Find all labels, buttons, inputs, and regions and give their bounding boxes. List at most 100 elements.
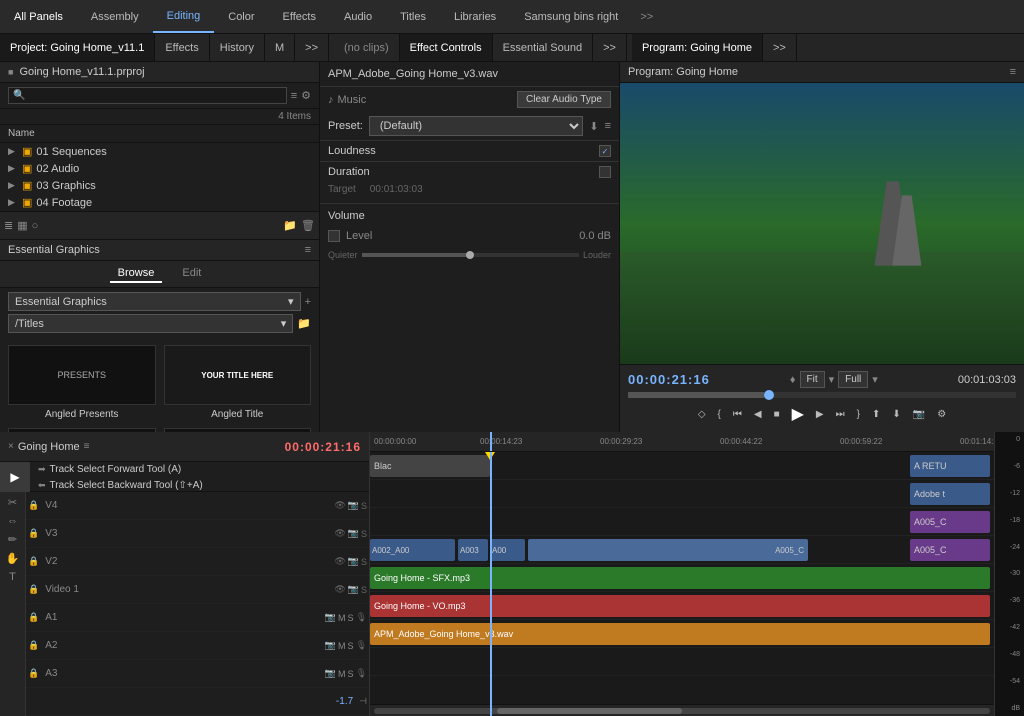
lock-v1-icon[interactable]: 🔒 xyxy=(28,584,39,595)
monitor-full-button[interactable]: Full xyxy=(838,371,868,388)
folder-02-audio[interactable]: ▶ ▣ 02 Audio xyxy=(0,160,319,177)
list-view-icon[interactable]: ≡ xyxy=(291,90,297,102)
nav-editing[interactable]: Editing xyxy=(153,0,215,33)
a1-clip-sfx[interactable]: Going Home - SFX.mp3 xyxy=(370,567,990,589)
v1-clip-a002[interactable]: A002_A00 xyxy=(370,539,455,561)
mic-a1-icon[interactable]: 🎙 xyxy=(356,612,367,623)
eg-tab-edit[interactable]: Edit xyxy=(174,265,209,283)
lock-v4-icon[interactable]: 🔒 xyxy=(28,500,39,511)
nav-color[interactable]: Color xyxy=(214,0,268,33)
cam-a1-icon[interactable]: 📷 xyxy=(325,612,336,623)
timeline-close-icon[interactable]: × xyxy=(8,441,14,452)
lock-a3-icon[interactable]: 🔒 xyxy=(28,668,39,679)
lift-button[interactable]: ⬆ xyxy=(868,407,884,422)
extract-button[interactable]: ⬇ xyxy=(888,407,904,422)
ec-volume-slider[interactable] xyxy=(362,253,579,257)
settings-button[interactable]: ⚙ xyxy=(933,407,950,422)
eye-v2-icon[interactable]: 👁 xyxy=(334,556,345,567)
solo-v1-icon[interactable]: S xyxy=(361,585,367,595)
monitor-playhead[interactable] xyxy=(764,390,774,400)
v4-clip-black[interactable]: Blac xyxy=(370,455,490,477)
chevron-down-fit-icon[interactable]: ▾ xyxy=(829,373,835,386)
project-search-input[interactable] xyxy=(25,90,281,101)
v1-clip-main[interactable]: A005_C xyxy=(528,539,808,561)
v1-clip-a00[interactable]: A00 xyxy=(490,539,525,561)
tab-effect-controls[interactable]: Effect Controls xyxy=(400,34,493,61)
a2-clip-vo[interactable]: Going Home - VO.mp3 xyxy=(370,595,990,617)
mark-in-button[interactable]: { xyxy=(714,407,725,422)
folder-01-sequences[interactable]: ▶ ▣ 01 Sequences xyxy=(0,143,319,160)
new-bin-icon[interactable]: 📁 xyxy=(283,219,297,232)
tab-history[interactable]: History xyxy=(210,34,265,61)
folder-03-graphics[interactable]: ▶ ▣ 03 Graphics xyxy=(0,177,319,194)
ec-preset-select[interactable]: (Default) xyxy=(369,116,584,136)
cam-v2-icon[interactable]: 📷 xyxy=(348,556,359,567)
project-settings-icon[interactable]: ⚙ xyxy=(301,89,311,102)
solo-v3-icon[interactable]: S xyxy=(361,529,367,539)
eg-dropdown1[interactable]: Essential Graphics ▾ xyxy=(8,292,301,311)
tab-expand-middle[interactable]: >> xyxy=(593,34,627,61)
project-search-box[interactable]: 🔍 xyxy=(8,87,287,104)
nav-all-panels[interactable]: All Panels xyxy=(0,0,77,33)
tab-noclips[interactable]: (no clips) xyxy=(334,34,400,61)
ec-clear-audio-button[interactable]: Clear Audio Type xyxy=(517,91,611,108)
go-to-in-button[interactable]: ⏮ xyxy=(729,407,746,422)
eg-add-icon[interactable]: + xyxy=(305,296,311,308)
timeline-horizontal-scrollbar[interactable] xyxy=(370,704,994,716)
nav-effects[interactable]: Effects xyxy=(269,0,330,33)
v3-clip-adobe[interactable]: Adobe t xyxy=(910,483,990,505)
step-back-button[interactable]: ◀ xyxy=(750,407,766,422)
go-to-out-button[interactable]: ⏭ xyxy=(832,407,849,422)
track-select-forward-button[interactable]: ➡ Track Select Forward Tool (A) xyxy=(34,461,365,478)
eg-menu-icon[interactable]: ≡ xyxy=(305,244,311,256)
eye-v1-icon[interactable]: 👁 xyxy=(334,584,345,595)
ec-preset-save-icon[interactable]: ⬇ xyxy=(589,120,598,133)
nav-titles[interactable]: Titles xyxy=(386,0,440,33)
solo-v4-icon[interactable]: S xyxy=(361,501,367,511)
mic-a3-icon[interactable]: 🎙 xyxy=(356,668,367,679)
v2-clip-a005[interactable]: A005_C xyxy=(910,511,990,533)
eg-item-angled-presents[interactable]: PRESENTS Angled Presents xyxy=(8,345,156,420)
track-select-backward-button[interactable]: ⬅ Track Select Backward Tool (⇧+A) xyxy=(34,478,365,493)
solo-a1-button[interactable]: S xyxy=(348,613,354,623)
type-tool-icon[interactable]: T xyxy=(7,569,18,585)
v1-clip-a003[interactable]: A003 xyxy=(458,539,488,561)
tab-effects[interactable]: Effects xyxy=(155,34,209,61)
timeline-menu-icon[interactable]: ≡ xyxy=(84,441,90,452)
eye-v4-icon[interactable]: 👁 xyxy=(334,500,345,511)
lock-a1-icon[interactable]: 🔒 xyxy=(28,612,39,623)
cam-v3-icon[interactable]: 📷 xyxy=(348,528,359,539)
delete-icon[interactable]: 🗑 xyxy=(301,219,315,232)
nav-samsung-bins[interactable]: Samsung bins right xyxy=(510,0,632,33)
solo-a3-button[interactable]: S xyxy=(348,669,354,679)
nav-audio[interactable]: Audio xyxy=(330,0,386,33)
cam-v1-icon[interactable]: 📷 xyxy=(348,584,359,595)
sort-icon[interactable]: ○ xyxy=(32,220,39,232)
solo-a2-button[interactable]: S xyxy=(348,641,354,651)
monitor-menu-icon[interactable]: ≡ xyxy=(1010,66,1016,78)
ec-loudness-checkbox[interactable]: ✓ xyxy=(599,145,611,157)
ec-duration-checkbox[interactable] xyxy=(599,166,611,178)
export-frame-button[interactable]: 📷 xyxy=(909,407,929,422)
chevron-down-full-icon[interactable]: ▾ xyxy=(872,373,878,386)
ripple-edit-icon[interactable]: ⇔ xyxy=(5,513,20,529)
eg-dropdown2[interactable]: /Titles ▾ xyxy=(8,314,293,333)
lock-a2-icon[interactable]: 🔒 xyxy=(28,640,39,651)
eye-v3-icon[interactable]: 👁 xyxy=(334,528,345,539)
tab-program-monitor[interactable]: Program: Going Home xyxy=(632,34,763,61)
mic-a2-icon[interactable]: 🎙 xyxy=(356,640,367,651)
razor-tool-icon[interactable]: ✂ xyxy=(6,494,19,511)
nav-libraries[interactable]: Libraries xyxy=(440,0,510,33)
tab-expand-right[interactable]: >> xyxy=(763,34,797,61)
track-volume-end-icon[interactable]: ⊣ xyxy=(359,696,367,707)
tab-project[interactable]: Project: Going Home_v11.1 xyxy=(0,34,155,61)
ec-volume-thumb[interactable] xyxy=(466,251,474,259)
step-forward-button[interactable]: ▶ xyxy=(812,407,828,422)
eg-item-angled-title[interactable]: YOUR TITLE HERE Angled Title xyxy=(164,345,312,420)
nav-more[interactable]: >> xyxy=(632,11,661,23)
selection-tool-button[interactable]: ▶ xyxy=(0,462,30,492)
eg-tab-browse[interactable]: Browse xyxy=(110,265,163,283)
lock-v2-icon[interactable]: 🔒 xyxy=(28,556,39,567)
ec-level-checkbox[interactable] xyxy=(328,230,340,242)
play-button[interactable]: ▶ xyxy=(788,402,808,426)
